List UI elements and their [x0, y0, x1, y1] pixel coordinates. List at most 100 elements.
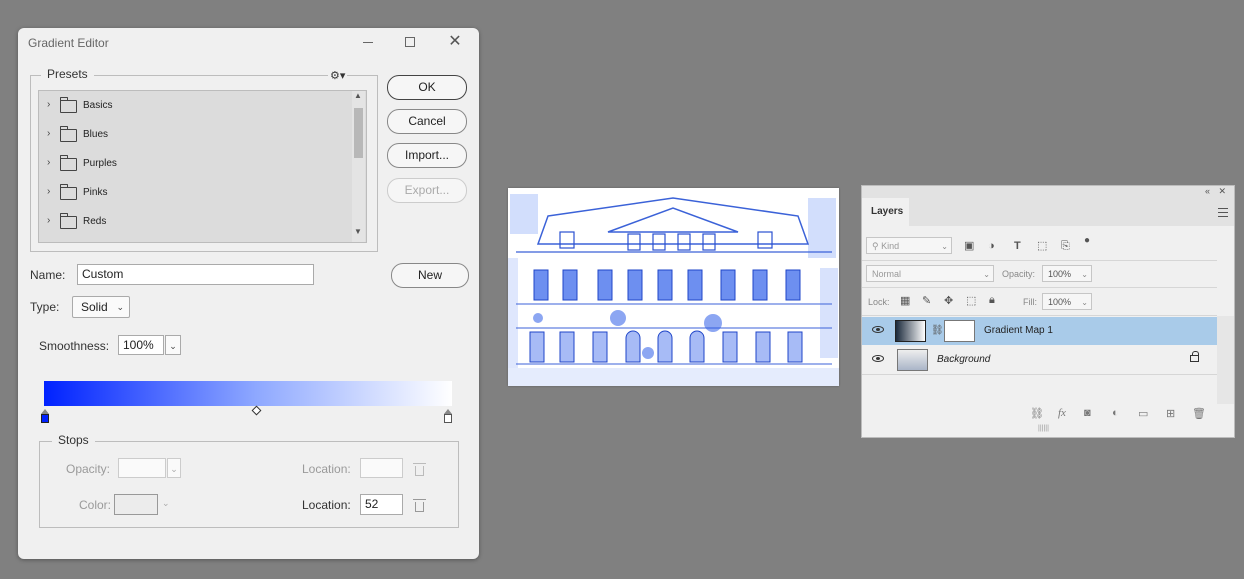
stop-opacity-field[interactable]	[118, 458, 166, 478]
scrollbar-thumb[interactable]	[354, 108, 363, 158]
type-filter-icon[interactable]: T	[1014, 240, 1021, 252]
gradient-editor-dialog: Gradient Editor ✕ Presets ⚙▾ › Basics › …	[18, 28, 479, 559]
layer-fill-field[interactable]: 100% ⌄	[1042, 293, 1092, 310]
chevron-down-icon[interactable]: ⌄	[165, 335, 181, 355]
eye-icon[interactable]	[872, 326, 884, 333]
preset-folder-reds[interactable]: › Reds	[39, 207, 349, 235]
move-icon[interactable]: ✥	[944, 295, 953, 307]
tab-layers[interactable]: Layers	[862, 198, 909, 226]
close-icon[interactable]: ✕	[443, 32, 467, 52]
link-icon[interactable]: ⛓	[1030, 407, 1044, 420]
preset-folder-blues[interactable]: › Blues	[39, 120, 349, 148]
lock-icon[interactable]: 🔒︎	[989, 294, 995, 306]
smoothness-label: Smoothness:	[39, 339, 110, 353]
layer-name[interactable]: Background	[937, 354, 990, 365]
chevron-right-icon[interactable]: ›	[47, 128, 50, 139]
type-label: Type:	[30, 300, 60, 314]
opacity-location-field[interactable]	[360, 458, 403, 478]
new-layer-icon[interactable]: ⊞	[1166, 407, 1175, 420]
layer-opacity-value: 100%	[1048, 269, 1072, 279]
layers-scrollbar[interactable]	[1217, 316, 1234, 404]
lock-label: Lock:	[868, 297, 890, 307]
chevron-down-icon: ⌄	[941, 242, 948, 251]
new-button[interactable]: New	[391, 263, 469, 288]
resize-grip-icon[interactable]: ||||||	[1038, 425, 1049, 432]
divider	[862, 260, 1217, 261]
brush-icon[interactable]: ✎	[922, 295, 931, 307]
layer-mask-thumbnail[interactable]	[944, 320, 975, 342]
gradient-preview-bar[interactable]	[44, 381, 452, 406]
artboard-icon[interactable]: ⬚	[966, 295, 976, 307]
ok-button[interactable]: OK	[387, 75, 467, 100]
color-stop-right[interactable]	[444, 409, 452, 423]
trash-icon[interactable]: 🗑︎	[1192, 407, 1206, 420]
adjustment-icon[interactable]: ◐	[1112, 407, 1119, 419]
close-icon[interactable]: ✕	[1218, 186, 1226, 197]
stops-label: Stops	[52, 433, 95, 447]
layers-panel: « ✕ Layers ⚲ Kind ⌄ ▣ ◑ T ⬚ ⎘ ● Normal ⌄…	[861, 185, 1235, 438]
import-button[interactable]: Import...	[387, 143, 467, 168]
chevron-up-icon[interactable]: ▲	[354, 91, 362, 100]
fx-icon[interactable]: fx	[1058, 407, 1066, 419]
adjustment-thumbnail	[895, 320, 926, 342]
preset-folder-label: Purples	[83, 158, 117, 169]
name-field[interactable]: Custom	[77, 264, 314, 285]
folder-icon	[60, 184, 77, 200]
color-location-field[interactable]: 52	[360, 494, 403, 515]
opacity-label: Opacity:	[1002, 269, 1036, 279]
type-select-value: Solid	[81, 300, 108, 314]
filter-kind-value: Kind	[881, 241, 900, 251]
divider	[862, 315, 1217, 316]
chevron-right-icon[interactable]: ›	[47, 99, 50, 110]
color-location-label: Location:	[302, 498, 351, 512]
pixel-layer-filter-icon[interactable]: ▣	[964, 240, 974, 252]
divider	[862, 287, 1217, 288]
layer-row-background[interactable]: Background	[862, 346, 1217, 374]
preset-folder-label: Basics	[83, 100, 113, 111]
blend-mode-select[interactable]: Normal ⌄	[866, 265, 994, 282]
panel-top-bar	[862, 186, 1234, 198]
panel-menu-icon[interactable]	[1218, 208, 1228, 217]
color-stop-left[interactable]	[41, 409, 49, 423]
mask-icon[interactable]: ◙	[1084, 407, 1091, 419]
preset-folder-purples[interactable]: › Purples	[39, 149, 349, 177]
chevron-down-icon[interactable]: ⌄	[162, 498, 170, 509]
preset-folder-label: Reds	[83, 216, 107, 227]
chevron-down-icon[interactable]: ▼	[354, 227, 362, 236]
layer-row-gradient-map[interactable]: ⛓ Gradient Map 1	[862, 317, 1217, 345]
eye-icon[interactable]	[872, 355, 884, 362]
preset-folder-basics[interactable]: › Basics	[39, 91, 349, 119]
smart-object-filter-icon[interactable]: ⎘	[1061, 240, 1070, 252]
lock-transparency-icon[interactable]: ▦	[900, 295, 910, 307]
export-button[interactable]: Export...	[387, 178, 467, 203]
filter-toggle-icon[interactable]: ●	[1084, 235, 1090, 247]
building-image	[508, 188, 839, 386]
collapse-icon[interactable]: «	[1205, 186, 1210, 196]
shape-filter-icon[interactable]: ⬚	[1037, 240, 1047, 252]
chain-link-icon[interactable]: ⛓	[931, 325, 944, 337]
stop-color-swatch[interactable]	[114, 494, 158, 515]
gradient-midpoint-diamond[interactable]	[251, 405, 262, 416]
chevron-right-icon[interactable]: ›	[47, 215, 50, 226]
trash-icon[interactable]	[413, 463, 426, 476]
type-select[interactable]: Solid ⌄	[72, 296, 130, 318]
chevron-right-icon[interactable]: ›	[47, 157, 50, 168]
maximize-icon[interactable]	[398, 32, 422, 52]
adjustment-filter-icon[interactable]: ◑	[988, 240, 995, 252]
chevron-right-icon[interactable]: ›	[47, 186, 50, 197]
trash-icon[interactable]	[413, 499, 426, 512]
filter-kind-select[interactable]: ⚲ Kind ⌄	[866, 237, 952, 254]
layer-name[interactable]: Gradient Map 1	[984, 325, 1053, 336]
opacity-label: Opacity:	[66, 462, 111, 476]
cancel-button[interactable]: Cancel	[387, 109, 467, 134]
presets-scrollbar[interactable]: ▲ ▼	[352, 91, 365, 242]
layer-opacity-field[interactable]: 100% ⌄	[1042, 265, 1092, 282]
document-canvas[interactable]	[508, 188, 839, 386]
smoothness-field[interactable]: 100%	[118, 335, 164, 355]
minimize-icon[interactable]	[356, 32, 380, 52]
gear-icon[interactable]: ⚙▾	[328, 69, 348, 82]
folder-icon	[60, 97, 77, 113]
group-icon[interactable]: ▭	[1138, 407, 1148, 420]
chevron-down-icon[interactable]: ⌄	[167, 458, 181, 478]
preset-folder-pinks[interactable]: › Pinks	[39, 178, 349, 206]
